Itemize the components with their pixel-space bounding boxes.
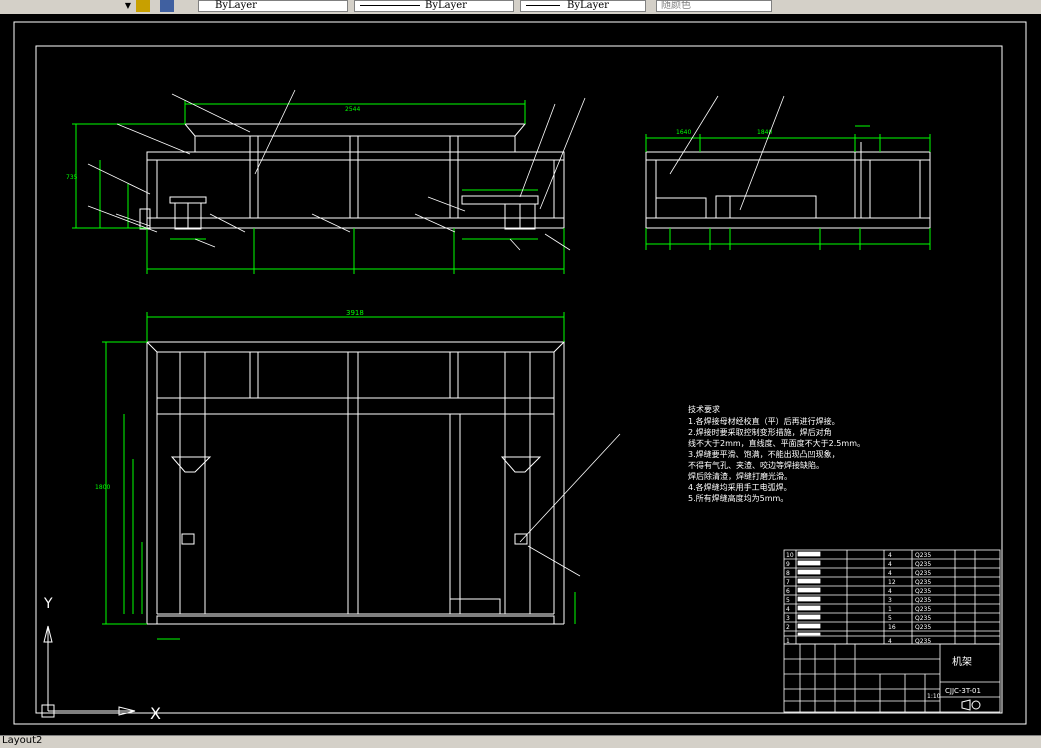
drawing-code: CJJC-3T-01 — [945, 687, 981, 695]
layout-tab-label: Layout2 — [2, 735, 43, 746]
part-material: Q235 — [915, 597, 931, 604]
color-control[interactable]: ByLayer — [198, 0, 348, 12]
drawing-canvas[interactable]: 2544 735 1840 1640 3918 1800 技术要求 1.各焊接母… — [0, 14, 1041, 735]
part-no: 5 — [786, 597, 790, 604]
part-qty: 4 — [888, 570, 892, 577]
note-line: 2.焊接时要采取控制变形措施，焊后对角 — [688, 427, 832, 437]
front-view-leaders — [87, 89, 586, 251]
part-no: 9 — [786, 561, 790, 568]
part-no: 10 — [786, 552, 794, 559]
part-no: 6 — [786, 588, 790, 595]
note-line: 焊后除清渣，焊缝打磨光滑。 — [688, 471, 792, 481]
part-no: 8 — [786, 570, 790, 577]
part-material: Q235 — [915, 579, 931, 586]
part-no: 4 — [786, 606, 790, 613]
paper-border — [13, 21, 1027, 725]
plan-height-dim: 1800 — [95, 484, 110, 491]
title-block — [783, 643, 1001, 713]
front-view — [139, 123, 565, 230]
side-dim-label-2: 1640 — [676, 129, 691, 136]
layout-tab[interactable]: Layout2 — [0, 735, 1041, 748]
layer-previous-icon[interactable] — [160, 0, 174, 12]
drawing-scale: 1:10 — [927, 693, 941, 700]
projection-symbol-icon — [961, 699, 981, 711]
lineweight-control[interactable]: ByLayer — [520, 0, 646, 12]
side-view — [645, 142, 931, 229]
part-material: Q235 — [915, 570, 931, 577]
note-line: 5.所有焊缝高度均为5mm。 — [688, 493, 788, 503]
part-no: 7 — [786, 579, 790, 586]
front-top-dim: 2544 — [345, 106, 360, 113]
plotstyle-control[interactable]: 随颜色 — [656, 0, 772, 12]
ucs-icon — [41, 625, 136, 718]
part-material: Q235 — [915, 561, 931, 568]
part-qty: 16 — [888, 624, 896, 631]
dropdown-arrow-icon[interactable]: ▼ — [122, 0, 134, 12]
notes-heading: 技术要求 — [688, 404, 720, 414]
ucs-x-label: X — [150, 704, 161, 723]
properties-toolbar: ▼ ByLayer ByLayer ByLayer 随颜色 — [0, 0, 1041, 15]
side-view-dimensions: 1840 1640 — [645, 125, 931, 250]
plan-width-dim: 3918 — [346, 309, 364, 317]
part-no: 2 — [786, 624, 790, 631]
note-line: 线不大于2mm，直线度、平面度不大于2.5mm。 — [688, 438, 865, 448]
front-view-dimensions: 2544 735 — [66, 100, 565, 274]
plan-view-dimensions: 3918 1800 — [95, 309, 576, 640]
plan-view — [145, 341, 566, 625]
part-qty: 4 — [888, 588, 892, 595]
part-material: Q235 — [915, 552, 931, 559]
front-height-dim: 735 — [66, 174, 78, 181]
drawing-title: 机架 — [952, 655, 972, 668]
ucs-y-label: Y — [43, 596, 53, 612]
part-qty: 3 — [888, 597, 892, 604]
technical-notes: 技术要求 1.各焊接母材经校直（平）后再进行焊接。 2.焊接时要采取控制变形措施… — [688, 404, 865, 503]
note-line: 4.各焊缝均采用手工电弧焊。 — [688, 482, 792, 492]
part-qty: 12 — [888, 579, 896, 586]
part-qty: 1 — [888, 606, 892, 613]
note-line: 不得有气孔、夹渣、咬边等焊接缺陷。 — [688, 460, 824, 470]
color-value: ByLayer — [215, 0, 257, 11]
part-material: Q235 — [915, 615, 931, 622]
part-material: Q235 — [915, 588, 931, 595]
note-line: 3.焊缝要平滑、饱满，不能出现凸凹现象， — [688, 449, 840, 459]
note-line: 1.各焊接母材经校直（平）后再进行焊接。 — [688, 416, 840, 426]
part-qty: 5 — [888, 615, 892, 622]
part-no: 3 — [786, 615, 790, 622]
plan-view-leaders — [519, 433, 621, 577]
lineweight-preview — [526, 5, 560, 6]
part-qty: 4 — [888, 561, 892, 568]
side-view-leaders — [669, 95, 785, 211]
lineweight-value: ByLayer — [567, 0, 609, 11]
linetype-preview — [360, 5, 420, 6]
layer-states-icon[interactable] — [136, 0, 150, 12]
part-qty: 4 — [888, 552, 892, 559]
part-material: Q235 — [915, 624, 931, 631]
part-material: Q235 — [915, 606, 931, 613]
linetype-control[interactable]: ByLayer — [354, 0, 514, 12]
plotstyle-value: 随颜色 — [661, 0, 691, 11]
linetype-value: ByLayer — [425, 0, 467, 11]
